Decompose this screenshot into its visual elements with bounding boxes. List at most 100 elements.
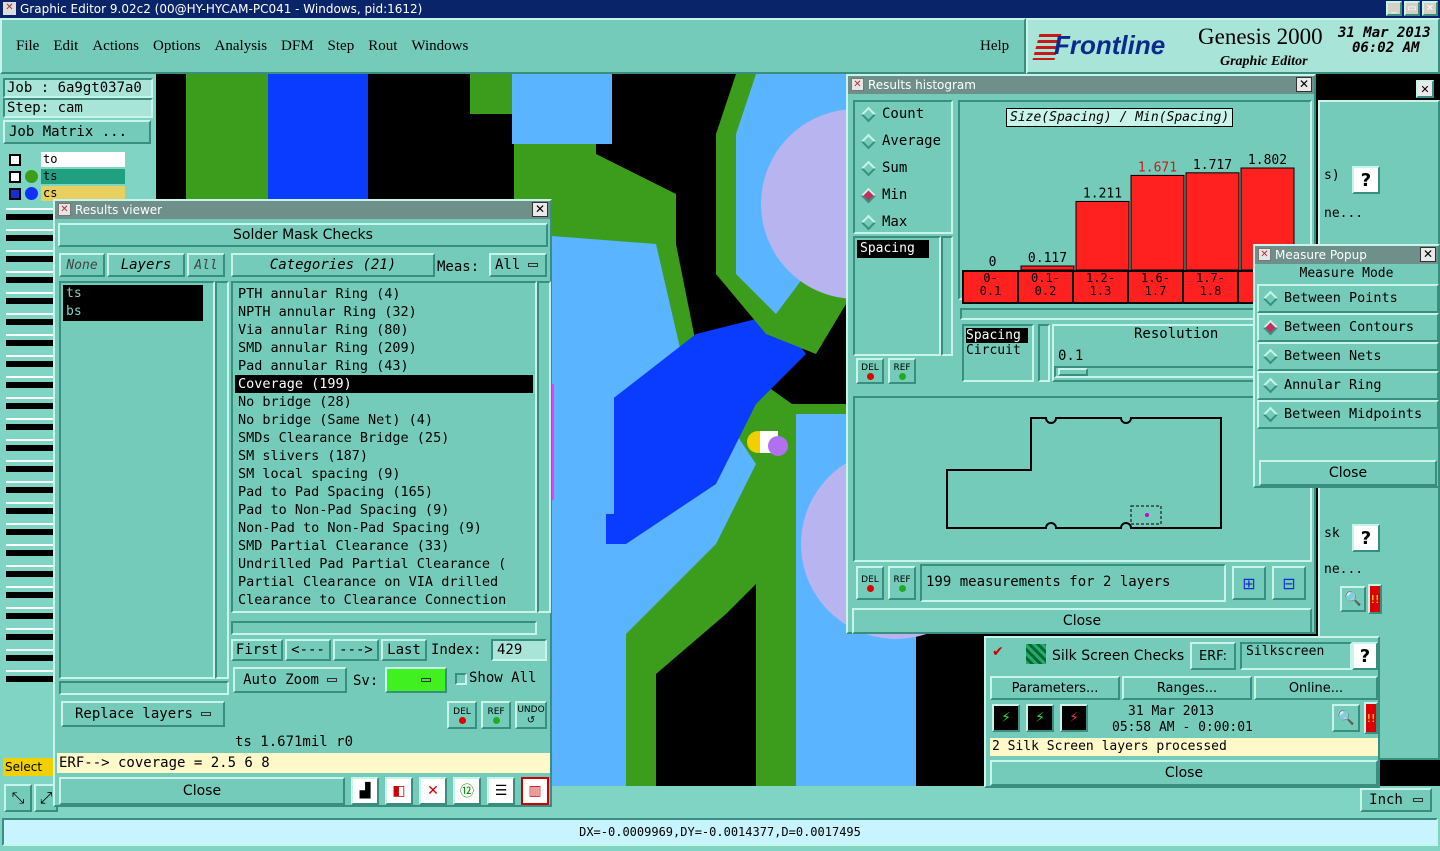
layer-row[interactable]: ts (3, 169, 153, 185)
category-item[interactable]: Non-Pad to Non-Pad Spacing (9) (235, 519, 533, 537)
list-item[interactable]: Spacing (857, 240, 929, 258)
units-select[interactable]: Inch (1360, 788, 1432, 812)
ref-button[interactable]: REF (481, 701, 511, 729)
option-max[interactable]: Max (855, 210, 951, 237)
category-item[interactable]: SMD annular Ring (209) (235, 339, 533, 357)
category-item[interactable]: Partial Clearance on VIA drilled (235, 573, 533, 591)
step-tool-icon[interactable]: ⑫ (453, 777, 481, 805)
silk-alert-icon[interactable]: !! (1364, 702, 1378, 734)
side-help-button-2[interactable]: ? (1352, 524, 1380, 552)
hist-del-button[interactable]: DEL (856, 358, 884, 384)
list-item[interactable]: ts (63, 285, 203, 303)
close-icon[interactable]: ✕ (1420, 247, 1436, 262)
categories-hscroll[interactable] (231, 621, 537, 635)
measure-option[interactable]: Between Midpoints (1257, 400, 1439, 429)
close-app-button[interactable]: ✕ (1422, 1, 1438, 16)
menu-edit[interactable]: Edit (53, 38, 78, 55)
parameters-button[interactable]: Parameters... (990, 676, 1120, 700)
side-close-icon[interactable]: ✕ (1416, 80, 1434, 98)
layer-results-list[interactable]: ts bs (59, 281, 215, 679)
histogram-tool-icon[interactable]: ▥ (521, 777, 549, 805)
categories-scrollbar[interactable] (537, 281, 551, 613)
side-zoom-icon[interactable]: 🔍 (1340, 586, 1366, 612)
layer-list-scrollbar[interactable] (215, 281, 229, 679)
menu-windows[interactable]: Windows (411, 38, 468, 55)
measure-option[interactable]: Between Nets (1257, 342, 1439, 371)
layer-row[interactable]: to (3, 152, 153, 168)
category-item[interactable]: SM slivers (187) (235, 447, 533, 465)
category-item[interactable]: No bridge (28) (235, 393, 533, 411)
menu-dfm[interactable]: DFM (281, 38, 314, 55)
run-stop-icon[interactable]: ⚡ (1060, 704, 1088, 732)
category-item[interactable]: Coverage (199) (235, 375, 533, 393)
show-all-checkbox[interactable] (455, 673, 467, 685)
layers-button[interactable]: Layers (107, 253, 185, 277)
spacing-list-scroll[interactable] (1038, 324, 1050, 382)
ranges-button[interactable]: Ranges... (1122, 676, 1252, 700)
option-count[interactable]: Count (855, 102, 951, 129)
none-button[interactable]: None (59, 253, 105, 277)
hist-ref-button[interactable]: REF (888, 358, 916, 384)
del-button[interactable]: DEL (447, 701, 477, 729)
option-average[interactable]: Average (855, 129, 951, 156)
category-item[interactable]: Undrilled Pad Partial Clearance ( (235, 555, 533, 573)
menu-options[interactable]: Options (153, 38, 201, 55)
category-item[interactable]: Via annular Ring (80) (235, 321, 533, 339)
menu-step[interactable]: Step (328, 38, 355, 55)
graph-tool-icon[interactable]: ▟ (351, 777, 379, 805)
zoom-tool-icon[interactable]: ⤡ (4, 784, 32, 812)
menu-actions[interactable]: Actions (92, 38, 139, 55)
silk-close-button[interactable]: Close (990, 760, 1378, 786)
category-item[interactable]: Pad to Non-Pad Spacing (9) (235, 501, 533, 519)
help-menu[interactable]: Help (980, 38, 1009, 55)
replace-layers-select[interactable]: Replace layers (61, 701, 225, 727)
list-item[interactable]: Circuit (966, 343, 1030, 358)
list-item[interactable]: Spacing (966, 328, 1028, 343)
online-button[interactable]: Online... (1254, 676, 1378, 700)
category-item[interactable]: NPTH annular Ring (32) (235, 303, 533, 321)
category-item[interactable]: SMD Partial Clearance (33) (235, 537, 533, 555)
measure-option[interactable]: Between Points (1257, 284, 1439, 313)
measure-option[interactable]: Annular Ring (1257, 371, 1439, 400)
menu-file[interactable]: File (16, 38, 39, 55)
minimize-button[interactable]: _ (1386, 1, 1402, 16)
sv-color-select[interactable] (385, 667, 447, 693)
close-icon[interactable]: ✕ (1296, 77, 1312, 92)
stop-tool-icon[interactable]: ◧ (385, 777, 413, 805)
all-button[interactable]: All (187, 253, 225, 277)
export-alt-icon[interactable]: ⊟ (1272, 566, 1306, 600)
index-input[interactable]: 429 (491, 639, 547, 661)
prev-button[interactable]: <--- (285, 639, 331, 661)
spacing-circuit-list[interactable]: Spacing Circuit (962, 324, 1034, 382)
histogram-list[interactable]: Spacing (853, 236, 941, 356)
measure-option[interactable]: Between Contours (1257, 313, 1439, 342)
meas-select[interactable]: All (489, 253, 547, 277)
silk-zoom-icon[interactable]: 🔍 (1332, 704, 1360, 732)
side-alert-icon[interactable]: !! (1368, 584, 1382, 614)
maximize-button[interactable]: ▭ (1404, 1, 1420, 16)
category-item[interactable]: SM local spacing (9) (235, 465, 533, 483)
category-item[interactable]: Pad to Pad Spacing (165) (235, 483, 533, 501)
menu-rout[interactable]: Rout (368, 38, 397, 55)
next-button[interactable]: ---> (333, 639, 379, 661)
preview-ref-button[interactable]: REF (888, 566, 916, 600)
last-button[interactable]: Last (381, 639, 427, 661)
histogram-close-button[interactable]: Close (852, 608, 1312, 634)
report-tool-icon[interactable]: ☰ (487, 777, 515, 805)
run-icon[interactable]: ⚡ (992, 704, 1020, 732)
categories-button[interactable]: Categories (21) (231, 253, 435, 277)
category-item[interactable]: PTH annular Ring (4) (235, 285, 533, 303)
check-mark-icon[interactable]: ✔ (992, 644, 1004, 660)
delete-tool-icon[interactable]: ✕ (419, 777, 447, 805)
categories-list[interactable]: PTH annular Ring (4) NPTH annular Ring (3… (231, 281, 537, 613)
category-item[interactable]: Clearance to Clearance Connection (235, 591, 533, 609)
job-matrix-button[interactable]: Job Matrix ... (3, 120, 151, 144)
list-item[interactable]: bs (63, 303, 203, 321)
silk-help-button[interactable]: ? (1352, 642, 1378, 670)
option-min[interactable]: Min (855, 183, 951, 210)
close-icon[interactable]: ✕ (532, 202, 548, 217)
option-sum[interactable]: Sum (855, 156, 951, 183)
auto-zoom-select[interactable]: Auto Zoom (233, 667, 347, 693)
preview-del-button[interactable]: DEL (856, 566, 884, 600)
erf-input[interactable]: Silkscreen (1240, 642, 1352, 670)
